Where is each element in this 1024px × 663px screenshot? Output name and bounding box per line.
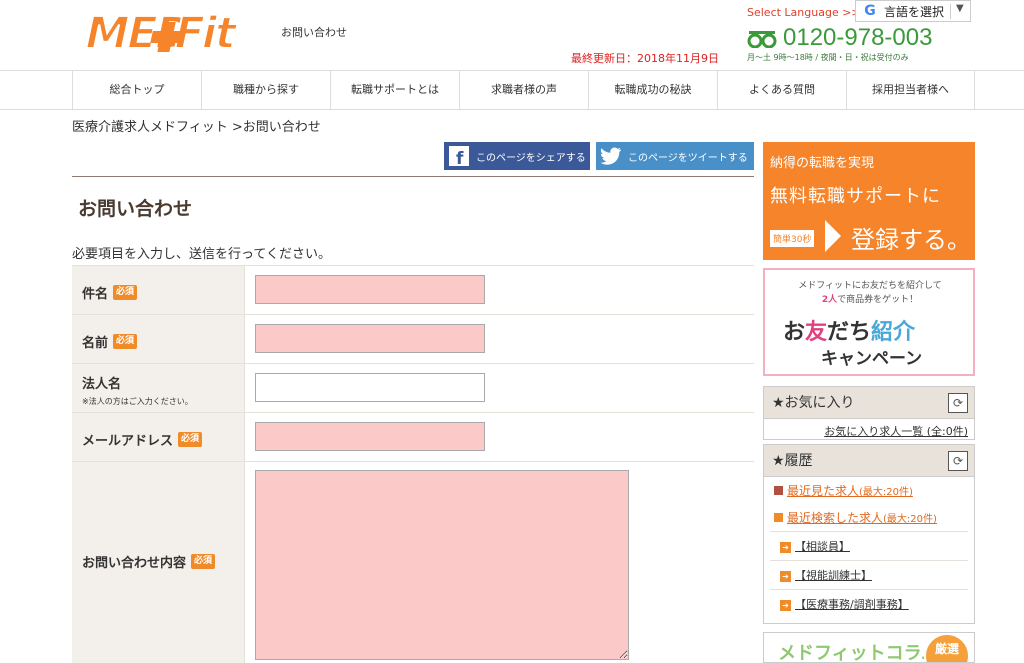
- friend-banner-highlight: 2人: [821, 295, 838, 305]
- friend-banner-line1: メドフィットにお友だちを紹介して: [798, 281, 942, 291]
- language-select[interactable]: G 言語を選択 ▼: [855, 0, 971, 22]
- medfit-logo[interactable]: MED Fit: [78, 2, 260, 59]
- required-badge: 必須: [113, 334, 138, 349]
- language-select-label: 言語を選択: [884, 4, 945, 19]
- twitter-icon: [600, 145, 622, 167]
- register-banner[interactable]: 納得の転職を実現 無料転職サポートに 簡単30秒 登録する。: [763, 142, 975, 260]
- history-item[interactable]: ➔ 【医療事務/調剤事務】: [770, 589, 968, 618]
- form-row-message: お問い合わせ内容 必須: [72, 461, 754, 663]
- site-header: MED Fit お問い合わせ Select Language >> G 言語を選…: [0, 0, 1024, 70]
- page-title: お問い合わせ: [78, 198, 193, 220]
- title-divider: [72, 176, 754, 177]
- required-badge: 必須: [178, 432, 203, 447]
- phone-number-text: 0120-978-003: [783, 24, 933, 51]
- nav-item-faq[interactable]: よくある質問: [717, 71, 846, 109]
- column-banner-title: メドフィットコラム: [778, 643, 940, 663]
- register-banner-badge: 簡単30秒: [770, 230, 815, 247]
- friend-title-b: 友: [805, 320, 828, 345]
- phone-number[interactable]: 0120-978-003: [747, 24, 932, 52]
- history-item[interactable]: ➔ 【相談員】: [770, 531, 968, 560]
- freedial-icon: [747, 30, 777, 48]
- nav-item-employers[interactable]: 採用担当者様へ: [846, 71, 975, 109]
- register-banner-cta: 登録する。: [851, 226, 971, 254]
- friend-banner-line2: で商品券をゲット！: [837, 295, 919, 305]
- nav-item-search-by-job[interactable]: 職種から探す: [201, 71, 330, 109]
- favorites-link[interactable]: お気に入り求人一覧 (全:0件): [764, 419, 974, 443]
- square-icon: [774, 486, 783, 495]
- facebook-share-label: このページをシェアする: [476, 152, 586, 164]
- form-row-name: 名前 必須: [72, 314, 754, 363]
- arrow-right-icon: [825, 220, 841, 252]
- recent-viewed-link[interactable]: 最近見た求人(最大:20件): [764, 477, 974, 504]
- breadcrumb[interactable]: 医療介護求人メドフィット >お問い合わせ: [72, 116, 321, 135]
- register-banner-line1: 納得の転職を実現: [770, 156, 875, 171]
- subject-label: 件名: [82, 287, 109, 302]
- favorites-box: ★お気に入り ⟳ お気に入り求人一覧 (全:0件): [763, 386, 975, 440]
- dropdown-arrow-icon: ▼: [956, 3, 964, 14]
- global-nav: 総合トップ 職種から探す 転職サポートとは 求職者様の声 転職成功の秘訣 よくあ…: [0, 70, 1024, 110]
- email-label: メールアドレス: [82, 434, 174, 449]
- refresh-icon[interactable]: ⟳: [948, 393, 968, 413]
- history-box: ★履歴 ⟳ 最近見た求人(最大:20件) 最近検索した求人(最大:20件) ➔ 【…: [763, 444, 975, 624]
- history-item[interactable]: ➔ 【視能訓練士】: [770, 560, 968, 589]
- message-textarea[interactable]: [255, 470, 629, 660]
- message-label: お問い合わせ内容: [82, 556, 187, 571]
- facebook-icon: f: [448, 145, 470, 167]
- history-heading: ★履歴: [772, 453, 813, 469]
- arrow-right-icon: ➔: [780, 599, 791, 611]
- divider: [950, 4, 951, 19]
- arrow-right-icon: ➔: [780, 541, 791, 553]
- twitter-share-label: このページをツイートする: [628, 152, 748, 164]
- header-page-name: お問い合わせ: [281, 26, 347, 39]
- company-note: ※法人の方はご入力ください。: [82, 397, 193, 406]
- nav-item-tips[interactable]: 転職成功の秘訣: [588, 71, 717, 109]
- required-badge: 必須: [113, 285, 138, 300]
- company-input[interactable]: [255, 373, 485, 402]
- form-row-company: 法人名 ※法人の方はご入力ください。: [72, 363, 754, 412]
- last-updated: 最終更新日：2018年11月9日: [571, 52, 719, 65]
- business-hours: 月〜土 9時〜18時 / 夜間・日・祝は受付のみ: [747, 53, 909, 62]
- square-icon: [774, 513, 783, 522]
- google-icon: G: [864, 3, 876, 19]
- register-banner-line2: 無料転職サポートに: [770, 186, 941, 207]
- friend-title-c: だち: [827, 320, 872, 345]
- nav-item-top[interactable]: 総合トップ: [72, 71, 201, 109]
- svg-text:f: f: [456, 149, 464, 166]
- column-banner[interactable]: メドフィットコラム 厳選: [763, 632, 975, 663]
- nav-item-testimonials[interactable]: 求職者様の声: [459, 71, 588, 109]
- friend-title-d: 紹介: [871, 320, 916, 345]
- name-input[interactable]: [255, 324, 485, 353]
- company-label: 法人名: [82, 377, 122, 392]
- subject-input[interactable]: [255, 275, 485, 304]
- form-row-email: メールアドレス 必須: [72, 412, 754, 461]
- contact-form: 件名 必須 名前 必須 法人名 ※法人の方はご入力ください。 メールアドレス 必…: [72, 265, 754, 663]
- arrow-right-icon: ➔: [780, 570, 791, 582]
- email-input[interactable]: [255, 422, 485, 451]
- friend-title-e: キャンペーン: [821, 349, 923, 369]
- column-banner-badge: 厳選: [924, 633, 970, 662]
- form-row-subject: 件名 必須: [72, 265, 754, 314]
- refresh-icon[interactable]: ⟳: [948, 451, 968, 471]
- required-badge: 必須: [191, 554, 216, 569]
- form-instructions: 必要項目を入力し、送信を行ってください。: [72, 247, 331, 262]
- facebook-share-button[interactable]: f このページをシェアする: [444, 142, 590, 170]
- twitter-share-button[interactable]: このページをツイートする: [596, 142, 754, 170]
- nav-item-support[interactable]: 転職サポートとは: [330, 71, 459, 109]
- name-label: 名前: [82, 336, 109, 351]
- friend-referral-banner[interactable]: メドフィットにお友だちを紹介して 2人で商品券をゲット！ お友だち紹介 キャンペ…: [763, 268, 975, 376]
- favorites-heading: ★お気に入り: [772, 395, 855, 411]
- select-language-text: Select Language >>: [747, 6, 861, 19]
- recent-searched-link[interactable]: 最近検索した求人(最大:20件): [764, 504, 974, 531]
- friend-title-a: お: [783, 320, 806, 345]
